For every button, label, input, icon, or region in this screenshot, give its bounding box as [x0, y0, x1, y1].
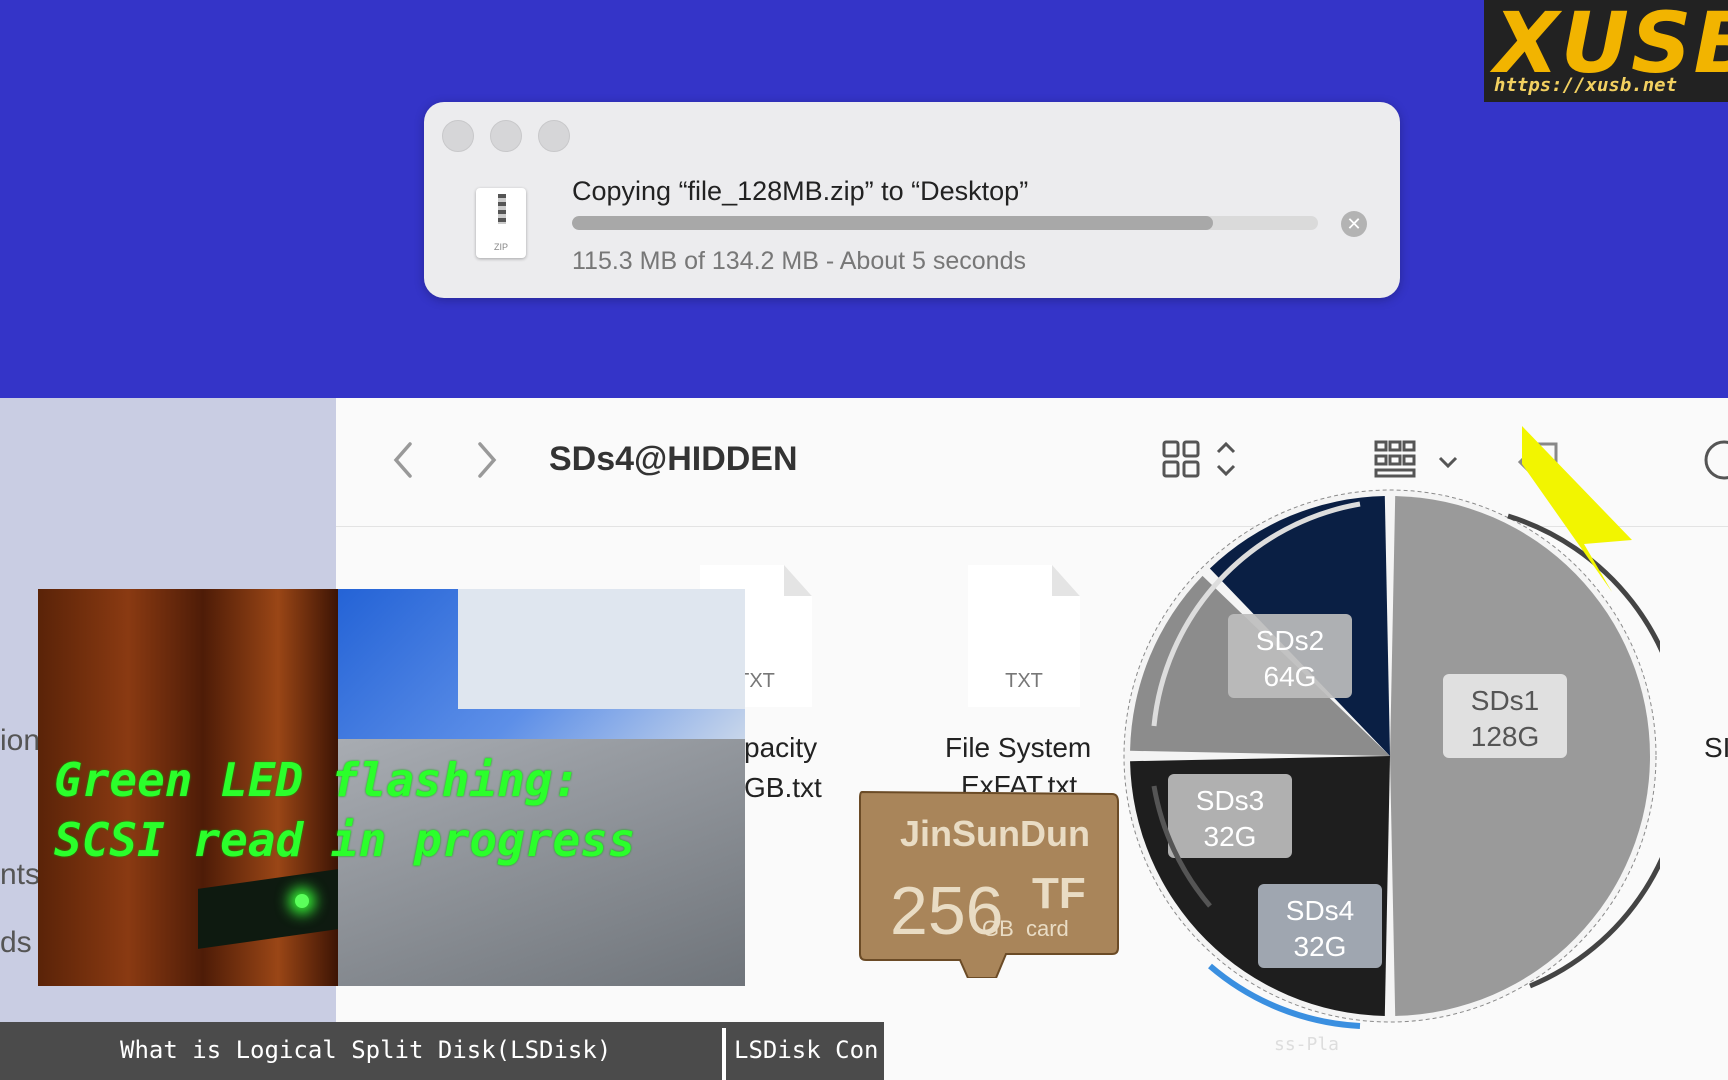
zoom-window-button[interactable] — [538, 120, 570, 152]
sd-type: TF — [1032, 869, 1086, 918]
copy-title: Copying “file_128MB.zip” to “Desktop” — [572, 176, 1029, 206]
video-caption-line1: Green LED flashing: — [54, 753, 581, 807]
file-name-capacity-line2[interactable]: GB.txt — [744, 772, 822, 804]
pie-label-size-sds3: 32G — [1204, 821, 1257, 852]
logo-url: https://xusb.net — [1494, 74, 1678, 96]
minimize-window-button[interactable] — [490, 120, 522, 152]
chapter-item-2[interactable]: LSDisk Con — [734, 1036, 879, 1064]
pie-label-name-sds1: SDs1 — [1471, 685, 1539, 716]
grid-view-icon[interactable] — [1162, 440, 1242, 480]
forward-icon[interactable] — [472, 438, 502, 482]
video-overlay: Green LED flashing: SCSI read in progres… — [38, 589, 745, 986]
chapter-item-1[interactable]: What is Logical Split Disk(LSDisk) — [120, 1036, 611, 1064]
cancel-copy-button[interactable]: ✕ — [1341, 211, 1367, 237]
green-led-icon — [295, 894, 309, 908]
chapter-separator — [722, 1028, 726, 1080]
file-icon-filesystem[interactable]: TXT — [968, 565, 1080, 707]
cursor-arrow-icon — [1522, 426, 1632, 592]
file-name-filesystem-line1[interactable]: File System — [945, 732, 1091, 764]
copy-progress-fill — [572, 216, 1213, 230]
sidebar-item-3[interactable]: ds — [0, 926, 32, 960]
file-name-capacity-line1[interactable]: pacity — [744, 732, 817, 764]
sd-sub: card — [1026, 916, 1069, 941]
sd-brand: JinSunDun — [900, 813, 1090, 854]
copy-progress-dialog: ZIP Copying “file_128MB.zip” to “Desktop… — [424, 102, 1400, 298]
chapter-banner: What is Logical Split Disk(LSDisk) LSDis… — [0, 1022, 884, 1080]
finder-window-in-video — [458, 589, 745, 709]
sd-card-image: JinSunDun 256 GB TF card — [859, 790, 1119, 978]
video-caption-line2: SCSI read in progress — [54, 813, 636, 867]
folder-title: SDs4@HIDDEN — [549, 440, 798, 478]
pie-label-size-sds1: 128G — [1471, 721, 1540, 752]
sidebar-item-1[interactable]: ion — [0, 724, 40, 758]
copy-progress-bar — [572, 216, 1318, 230]
file-name-right-edge[interactable]: SI — [1704, 732, 1728, 764]
sidebar-item-2[interactable]: nts — [0, 858, 40, 892]
more-actions-icon[interactable] — [1700, 438, 1728, 482]
back-icon[interactable] — [388, 438, 418, 482]
group-view-icon[interactable] — [1374, 438, 1464, 482]
copy-status: 115.3 MB of 134.2 MB - About 5 seconds — [572, 247, 1026, 275]
pie-label-size-sds2: 64G — [1264, 661, 1317, 692]
pie-footer-text: ss-Pla — [1274, 1034, 1339, 1055]
pie-label-size-sds4: 32G — [1294, 931, 1347, 962]
xusb-logo: XUSB https://xusb.net — [1484, 0, 1728, 102]
zip-file-icon: ZIP — [476, 188, 526, 258]
pie-label-name-sds3: SDs3 — [1196, 785, 1264, 816]
sd-unit: GB — [982, 916, 1014, 941]
pie-label-name-sds2: SDs2 — [1256, 625, 1324, 656]
pie-label-name-sds4: SDs4 — [1286, 895, 1354, 926]
close-window-button[interactable] — [442, 120, 474, 152]
